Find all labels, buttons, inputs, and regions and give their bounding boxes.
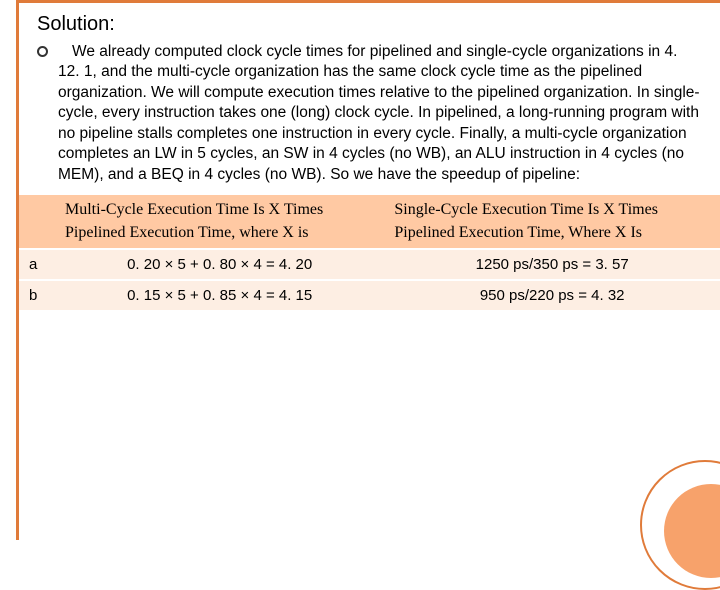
row-label: b: [19, 280, 55, 310]
col-header-single: Single-Cycle Execution Time Is X Times P…: [384, 195, 720, 249]
table-row: b 0. 15 × 5 + 0. 85 × 4 = 4. 15 950 ps/2…: [19, 280, 720, 310]
cell-multi: 0. 20 × 5 + 0. 80 × 4 = 4. 20: [55, 249, 384, 280]
col-header-blank: [19, 195, 55, 249]
slide-frame: Solution: We already computed clock cycl…: [16, 0, 720, 540]
solution-heading: Solution:: [37, 13, 702, 36]
table-row: a 0. 20 × 5 + 0. 80 × 4 = 4. 20 1250 ps/…: [19, 249, 720, 280]
body-content: We already computed clock cycle times fo…: [37, 42, 702, 185]
cell-single: 1250 ps/350 ps = 3. 57: [384, 249, 720, 280]
col-header-multi-l1: Multi-Cycle Execution Time Is X Times: [65, 201, 323, 218]
col-header-single-l1: Single-Cycle Execution Time Is X Times: [394, 201, 658, 218]
results-table: Multi-Cycle Execution Time Is X Times Pi…: [19, 195, 720, 310]
bullet-icon: [37, 46, 48, 57]
col-header-single-l2: Pipelined Execution Time, Where X Is: [394, 224, 642, 241]
cell-single: 950 ps/220 ps = 4. 32: [384, 280, 720, 310]
solution-paragraph: We already computed clock cycle times fo…: [58, 42, 702, 185]
col-header-multi: Multi-Cycle Execution Time Is X Times Pi…: [55, 195, 384, 249]
col-header-multi-l2: Pipelined Execution Time, where X is: [65, 224, 309, 241]
cell-multi: 0. 15 × 5 + 0. 85 × 4 = 4. 15: [55, 280, 384, 310]
results-table-wrap: Multi-Cycle Execution Time Is X Times Pi…: [19, 195, 720, 310]
row-label: a: [19, 249, 55, 280]
